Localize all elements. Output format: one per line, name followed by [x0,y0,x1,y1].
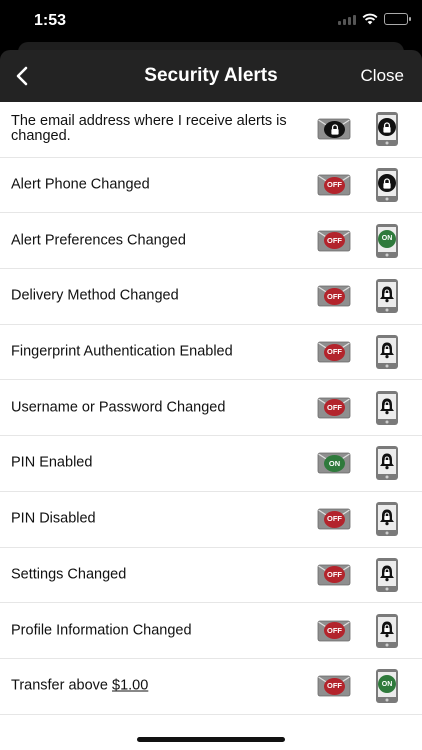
phone-alert-toggle[interactable] [375,557,399,593]
alert-row: Settings Changed OFF [0,548,422,604]
alert-label: Transfer above $1.00 [11,677,301,694]
alert-label-text: Transfer above [11,677,108,694]
phone-alert-toggle[interactable]: ON [375,668,399,704]
status-bar: 1:53 [0,0,422,42]
email-alert-toggle[interactable]: OFF [317,619,351,643]
email-state-badge: OFF [324,176,345,194]
email-alert-toggle[interactable]: OFF [317,284,351,308]
email-alert-toggle[interactable]: OFF [317,396,351,420]
email-alert-toggle[interactable]: ON [317,451,351,475]
phone-alert-toggle[interactable] [375,111,399,147]
alert-label-text: PIN Enabled [11,454,93,471]
bell-lock-icon [378,508,396,526]
alert-row: Alert Preferences Changed OFF ON [0,213,422,270]
status-time: 1:53 [34,12,67,29]
email-alert-toggle[interactable]: OFF [317,340,351,364]
alert-label-text: PIN Disabled [11,510,96,527]
lock-icon [378,174,396,193]
phone-alert-toggle[interactable] [375,334,399,370]
alert-label-text: The email address where I receive alerts… [11,113,287,145]
alert-label: PIN Enabled [11,454,301,471]
phone-alert-toggle[interactable] [375,501,399,537]
alert-label-text: Fingerprint Authentication Enabled [11,343,233,360]
alert-list: The email address where I receive alerts… [0,102,422,715]
alert-label-text: Profile Information Changed [11,622,192,639]
alert-label-text: Settings Changed [11,566,127,583]
phone-alert-toggle[interactable] [375,613,399,649]
phone-state-badge: ON [378,229,396,248]
alert-label: Profile Information Changed [11,623,301,638]
nav-bar: Security Alerts Close [0,50,422,102]
alert-row: PIN Enabled ON [0,436,422,492]
bell-lock-icon [378,341,396,359]
email-state-badge: ON [324,454,345,472]
phone-alert-toggle[interactable] [375,390,399,426]
email-alert-toggle[interactable]: OFF [317,229,351,253]
phone-state-badge: ON [378,675,396,694]
email-state-badge: OFF [324,566,345,584]
phone-alert-toggle[interactable]: ON [375,223,399,259]
phone-alert-toggle[interactable] [375,278,399,314]
alert-label-text: Delivery Method Changed [11,287,179,304]
email-alert-toggle[interactable]: OFF [317,563,351,587]
alert-row: PIN Disabled OFF [0,492,422,548]
alert-row: Profile Information Changed OFF [0,603,422,659]
alert-label: Settings Changed [11,567,301,582]
alert-label: The email address where I receive alerts… [11,114,301,144]
email-alert-toggle[interactable] [317,117,351,141]
cellular-signal-icon [338,14,356,25]
battery-icon [384,13,411,25]
bell-lock-icon [378,285,396,303]
bell-lock-icon [378,397,396,415]
alert-row: Username or Password Changed OFF [0,380,422,437]
alert-label-text: Username or Password Changed [11,399,226,416]
alert-row: The email address where I receive alerts… [0,102,422,158]
alert-row: Fingerprint Authentication Enabled OFF [0,325,422,381]
home-indicator [137,737,285,742]
status-icons [338,13,411,25]
email-state-badge: OFF [324,287,345,305]
email-alert-toggle[interactable]: OFF [317,507,351,531]
wifi-icon [362,13,378,25]
alert-row: Delivery Method Changed OFF [0,269,422,325]
email-state-badge: OFF [324,232,345,250]
alert-label-text: Alert Phone Changed [11,176,150,193]
email-state-badge: OFF [324,622,345,640]
alerts-content: The email address where I receive alerts… [0,102,422,750]
bell-lock-icon [378,452,396,470]
phone-alert-toggle[interactable] [375,167,399,203]
email-state-badge: OFF [324,677,345,695]
close-button[interactable]: Close [361,66,404,86]
alert-label: Username or Password Changed [11,400,301,415]
email-alert-toggle[interactable]: OFF [317,674,351,698]
phone-alert-toggle[interactable] [375,445,399,481]
alert-label: PIN Disabled [11,510,301,527]
email-state-badge: OFF [324,343,345,361]
email-state-badge: OFF [324,399,345,417]
alert-label: Delivery Method Changed [11,287,301,304]
alert-label: Alert Phone Changed [11,176,301,193]
email-state-badge: OFF [324,510,345,528]
alert-label-text: Alert Preferences Changed [11,232,186,249]
alert-row: Alert Phone Changed OFF [0,158,422,214]
transfer-amount-link[interactable]: $1.00 [112,678,148,694]
bell-lock-icon [378,564,396,582]
alert-label: Fingerprint Authentication Enabled [11,343,301,360]
email-alert-toggle[interactable]: OFF [317,173,351,197]
alert-label: Alert Preferences Changed [11,233,301,248]
alert-row: Transfer above $1.00 OFF ON [0,659,422,715]
bell-lock-icon [378,620,396,638]
lock-icon [324,120,345,138]
lock-icon [378,118,396,137]
page-title: Security Alerts [144,65,278,86]
